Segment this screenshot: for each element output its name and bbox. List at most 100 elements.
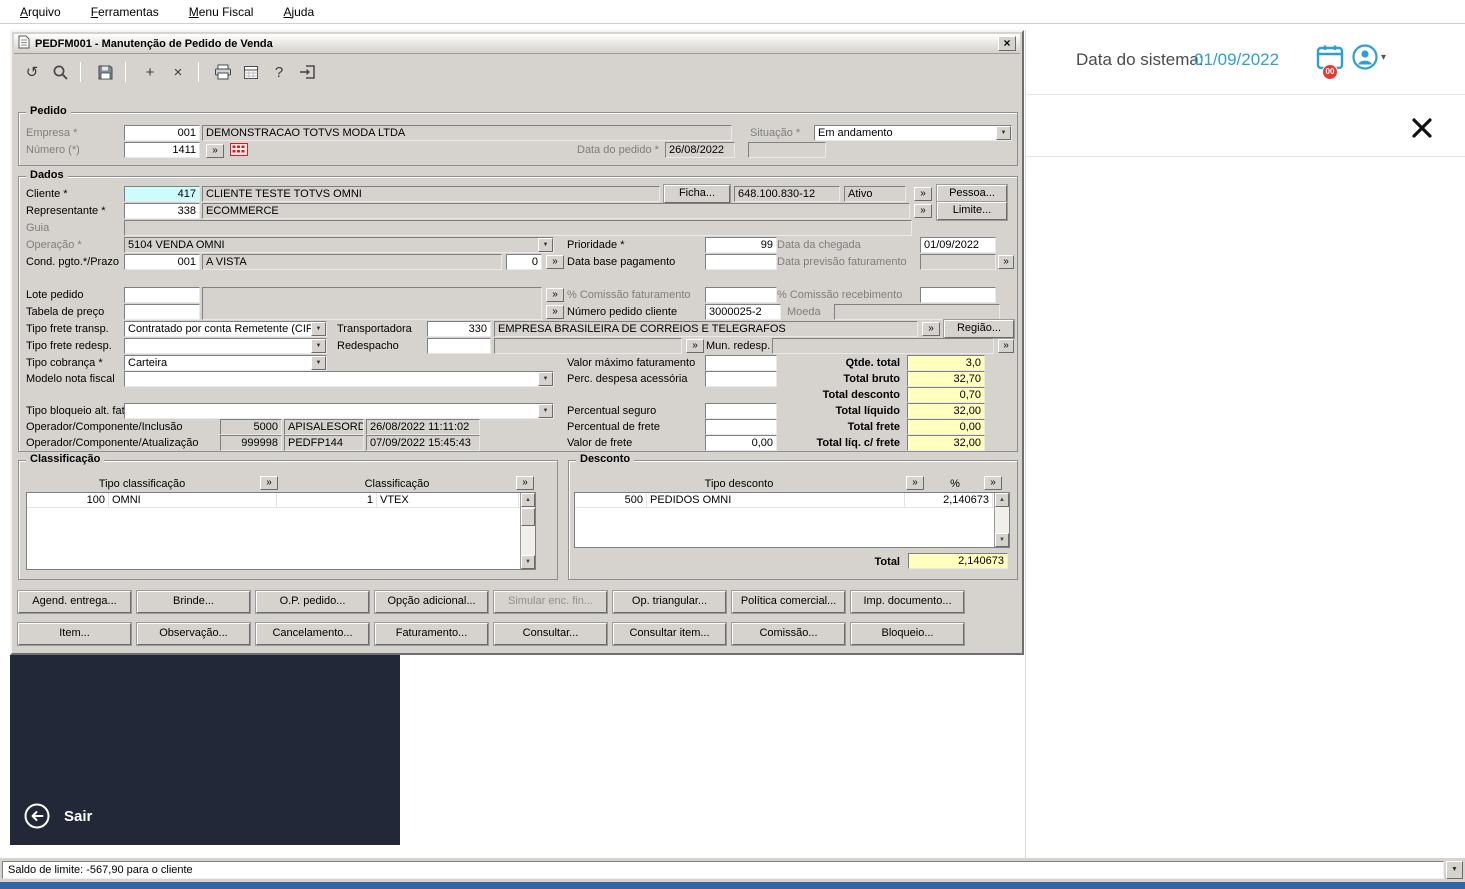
menu-ajuda[interactable]: Ajuda <box>273 2 324 22</box>
num-pedido-cliente-field[interactable]: 3000025-2 <box>705 304 781 320</box>
tipo-cobranca-combo[interactable]: Carteira ▼ <box>124 355 327 371</box>
empresa-code-field[interactable]: 001 <box>124 125 200 141</box>
politica-comercial-button[interactable]: Política comercial... <box>731 590 846 614</box>
mun-redesp-zoom-button[interactable]: » <box>998 339 1014 353</box>
scroll-up-button[interactable]: ▲ <box>995 493 1009 507</box>
numpad-icon[interactable] <box>230 143 248 159</box>
numero-field[interactable]: 1411 <box>124 142 200 158</box>
data-chegada-field[interactable]: 01/09/2022 <box>920 237 996 253</box>
operacao-combo[interactable]: 5104 VENDA OMNI ▼ <box>124 237 554 253</box>
calendar-icon[interactable] <box>239 60 263 84</box>
user-icon[interactable] <box>1352 44 1378 73</box>
cliente-code-field[interactable]: 417 <box>124 186 200 202</box>
tipo-bloqueio-combo[interactable]: ▼ <box>124 403 554 419</box>
scroll-down-button[interactable]: ▼ <box>521 555 535 569</box>
chevron-down-icon[interactable]: ▼ <box>538 372 553 386</box>
representante-code-field[interactable]: 338 <box>124 203 200 219</box>
table-row[interactable]: 100 OMNI 1 VTEX <box>27 493 535 508</box>
chevron-down-icon[interactable]: ▾ <box>1381 52 1386 63</box>
delete-icon[interactable]: × <box>166 60 190 84</box>
tabela-preco-field[interactable] <box>124 304 200 320</box>
consultar-item-button[interactable]: Consultar item... <box>612 622 727 646</box>
chevron-down-icon[interactable]: ▼ <box>311 356 326 370</box>
qtde-total-label: Qtde. total <box>845 357 900 369</box>
numero-zoom-button[interactable]: » <box>206 144 224 158</box>
classificacao-col1-zoom-button[interactable]: » <box>260 476 278 490</box>
cliente-cpf-field: 648.100.830-12 <box>734 186 840 202</box>
scroll-up-button[interactable]: ▲ <box>521 493 535 507</box>
chevron-down-icon[interactable]: ▼ <box>538 404 553 418</box>
comissao-button[interactable]: Comissão... <box>731 622 846 646</box>
print-icon[interactable] <box>211 60 235 84</box>
data-base-field[interactable] <box>705 254 777 270</box>
redespacho-zoom-button[interactable]: » <box>686 339 704 353</box>
chevron-down-icon[interactable]: ▼ <box>538 238 553 252</box>
status-dropdown-button[interactable]: ▼ <box>1446 861 1463 879</box>
situacao-combo[interactable]: Em andamento ▼ <box>814 125 1012 141</box>
tabela-zoom-button[interactable]: » <box>546 305 564 319</box>
op-triangular-button[interactable]: Op. triangular... <box>612 590 727 614</box>
chevron-down-icon[interactable]: ▼ <box>311 339 326 353</box>
lote-zoom-button[interactable]: » <box>546 288 564 302</box>
frete-redesp-combo[interactable]: ▼ <box>124 338 327 354</box>
help-icon[interactable]: ? <box>267 60 291 84</box>
cond-pgto-prazo-field[interactable]: 0 <box>506 254 542 270</box>
lote-field[interactable] <box>124 287 200 303</box>
frete-transp-combo[interactable]: Contratado por conta Remetente (CIF) ▼ <box>124 321 327 337</box>
title-bar: PEDFM001 - Manutenção de Pedido de Venda… <box>14 34 1020 54</box>
transportadora-code-field[interactable]: 330 <box>427 321 491 337</box>
menu-menu-fiscal[interactable]: Menu Fiscal <box>179 2 264 22</box>
modelo-nf-combo[interactable]: ▼ <box>124 371 554 387</box>
back-arrow-icon[interactable] <box>24 803 50 832</box>
item-button[interactable]: Item... <box>17 622 132 646</box>
bloqueio-button[interactable]: Bloqueio... <box>850 622 965 646</box>
faturamento-button[interactable]: Faturamento... <box>374 622 489 646</box>
table-row[interactable]: 500 PEDIDOS OMNI 2,140673 <box>575 493 1009 508</box>
menu-ferramentas[interactable]: Ferramentas <box>81 2 169 22</box>
sair-button[interactable]: Sair <box>64 808 92 825</box>
chevron-down-icon[interactable]: ▼ <box>996 126 1011 140</box>
scroll-thumb[interactable] <box>521 508 535 526</box>
menu-arquivo[interactable]: Arquivo <box>10 2 71 22</box>
opcao-adicional-button[interactable]: Opção adicional... <box>374 590 489 614</box>
comissao-rec-field[interactable] <box>920 287 996 303</box>
cliente-zoom-button[interactable]: » <box>914 187 932 201</box>
exit-icon[interactable] <box>295 60 319 84</box>
consultar-button[interactable]: Consultar... <box>493 622 608 646</box>
agend-entrega-button[interactable]: Agend. entrega... <box>17 590 132 614</box>
desconto-col2-zoom-button[interactable]: » <box>984 476 1002 490</box>
redespacho-code-field[interactable] <box>427 338 491 354</box>
scroll-down-button[interactable]: ▼ <box>995 533 1009 547</box>
transportadora-name-field: EMPRESA BRASILEIRA DE CORREIOS E TELEGRA… <box>494 321 918 337</box>
desconto-grid[interactable]: 500 PEDIDOS OMNI 2,140673 <box>574 492 1010 548</box>
op-pedido-button[interactable]: O.P. pedido... <box>255 590 370 614</box>
chevron-down-icon[interactable]: ▼ <box>311 322 326 336</box>
observacao-button[interactable]: Observação... <box>136 622 251 646</box>
classificacao-col2-zoom-button[interactable]: » <box>516 476 534 490</box>
brinde-button[interactable]: Brinde... <box>136 590 251 614</box>
classificacao-scrollbar[interactable]: ▲ ▼ <box>520 493 535 569</box>
limite-button[interactable]: Limite... <box>936 201 1008 221</box>
imp-documento-button[interactable]: Imp. documento... <box>850 590 965 614</box>
comissao-fat-field[interactable] <box>705 287 777 303</box>
desconto-scrollbar[interactable]: ▲ ▼ <box>994 493 1009 547</box>
ficha-button[interactable]: Ficha... <box>663 184 731 204</box>
desconto-col1-zoom-button[interactable]: » <box>906 476 924 490</box>
representante-zoom-button[interactable]: » <box>914 204 932 218</box>
cancelamento-button[interactable]: Cancelamento... <box>255 622 370 646</box>
save-icon[interactable] <box>93 60 117 84</box>
close-window-button[interactable]: × <box>998 36 1016 51</box>
transportadora-zoom-button[interactable]: » <box>922 322 940 336</box>
cond-pgto-zoom-button[interactable]: » <box>546 255 564 269</box>
data-prev-zoom-button[interactable]: » <box>998 255 1014 269</box>
cond-pgto-code-field[interactable]: 001 <box>124 254 200 270</box>
close-icon[interactable] <box>1409 115 1435 141</box>
regiao-button[interactable]: Região... <box>943 319 1015 339</box>
add-icon[interactable]: + <box>138 60 162 84</box>
pessoa-button[interactable]: Pessoa... <box>936 184 1008 204</box>
prioridade-field[interactable]: 99 <box>705 237 777 253</box>
search-icon[interactable] <box>48 60 72 84</box>
undo-icon[interactable]: ↺ <box>20 60 44 84</box>
op-atualizacao-label: Operador/Componente/Atualização <box>26 437 199 449</box>
classificacao-grid[interactable]: 100 OMNI 1 VTEX <box>26 492 536 570</box>
